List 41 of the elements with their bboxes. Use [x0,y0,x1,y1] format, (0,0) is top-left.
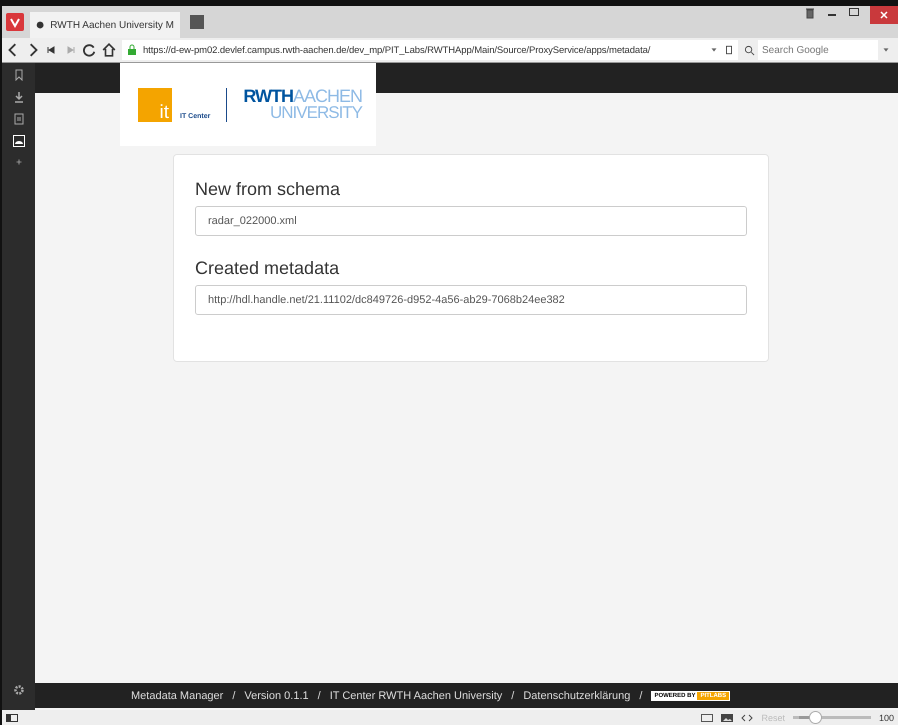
download-icon[interactable] [12,91,24,103]
code-icon[interactable] [741,712,754,724]
url-text: https://d-ew-pm02.devlef.campus.rwth-aachen.de/dev_mp/PIT_Labs/RWTHApp/Main/Source/ProxyService/apps/metadata/ [143,44,650,56]
web-panel-icon[interactable] [12,135,24,147]
reload-icon[interactable] [82,43,96,57]
close-icon [880,11,888,19]
section-heading: Created metadata [195,258,340,279]
section-heading: New from schema [195,179,342,200]
footer-link[interactable]: IT Center RWTH Aachen University [330,690,502,702]
notes-icon[interactable] [12,113,24,125]
footer-separator: / [318,690,321,702]
footer-separator: / [639,690,642,702]
footer-link[interactable]: Metadata Manager [131,690,224,702]
trash-icon[interactable] [804,6,816,20]
browser-logo-icon[interactable] [6,13,24,31]
panel-toggle-icon[interactable] [6,712,18,724]
zoom-level: 100 [878,712,894,722]
university-logo-text: RWTHAACHEN [243,88,362,105]
footer-separator: / [232,690,236,702]
footer-separator: / [511,690,514,702]
footer-link[interactable]: Datenschutzerklärung [523,690,630,702]
settings-icon[interactable] [12,684,24,696]
slider-thumb[interactable] [809,711,822,724]
image-icon[interactable] [721,712,734,724]
address-field[interactable]: https://d-ew-pm02.devlef.campus.rwth-aachen.de/dev_mp/PIT_Labs/RWTHApp/Main/Source/ProxyService/apps/metadata/ [122,40,738,60]
footer-link[interactable]: Version 0.1.1 [244,690,309,702]
browser-tab[interactable]: RWTH Aachen University M [30,12,180,38]
it-logo-mark: it [138,88,172,122]
bookmark-icon[interactable] [724,44,734,56]
search-field[interactable]: Search Google [758,40,878,60]
bookmark-icon[interactable] [12,69,24,81]
close-button[interactable] [870,6,898,24]
window-icon[interactable] [701,712,714,724]
add-icon[interactable] [14,157,24,167]
university-logo-subtext: UNIVERSITY [269,104,362,122]
input-field[interactable]: radar_022000.xml [195,206,747,236]
maximize-icon[interactable] [848,6,860,18]
home-icon[interactable] [102,43,116,57]
search-icon [744,44,755,56]
lock-icon [126,44,138,56]
input-field[interactable]: http://hdl.handle.net/21.11102/dc849726-d952-4a56-ab29-7068b24ee382 [195,285,747,315]
